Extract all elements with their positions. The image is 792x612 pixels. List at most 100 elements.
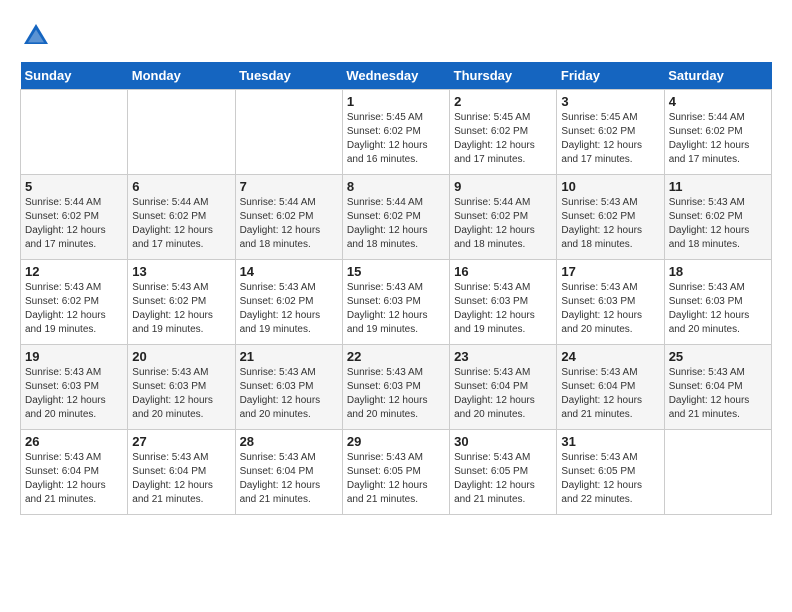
- day-number: 31: [561, 434, 659, 449]
- calendar-cell: [21, 90, 128, 175]
- day-info: Sunrise: 5:43 AM Sunset: 6:03 PM Dayligh…: [132, 366, 230, 422]
- day-info: Sunrise: 5:43 AM Sunset: 6:04 PM Dayligh…: [240, 451, 338, 507]
- day-info: Sunrise: 5:43 AM Sunset: 6:03 PM Dayligh…: [347, 366, 445, 422]
- day-number: 19: [25, 349, 123, 364]
- day-info: Sunrise: 5:43 AM Sunset: 6:04 PM Dayligh…: [25, 451, 123, 507]
- calendar-cell: 27 Sunrise: 5:43 AM Sunset: 6:04 PM Dayli…: [128, 430, 235, 515]
- day-number: 18: [669, 264, 767, 279]
- day-number: 28: [240, 434, 338, 449]
- calendar-cell: 13 Sunrise: 5:43 AM Sunset: 6:02 PM Dayli…: [128, 260, 235, 345]
- day-number: 25: [669, 349, 767, 364]
- day-info: Sunrise: 5:43 AM Sunset: 6:05 PM Dayligh…: [347, 451, 445, 507]
- day-number: 17: [561, 264, 659, 279]
- day-info: Sunrise: 5:45 AM Sunset: 6:02 PM Dayligh…: [454, 111, 552, 167]
- calendar-cell: 24Sunrise: 5:43 AM Sunset: 6:04 PM Dayli…: [557, 345, 664, 430]
- day-info: Sunrise: 5:43 AM Sunset: 6:04 PM Dayligh…: [454, 366, 552, 422]
- day-number: 14: [240, 264, 338, 279]
- day-number: 20: [132, 349, 230, 364]
- day-number: 24: [561, 349, 659, 364]
- day-number: 13: [132, 264, 230, 279]
- day-info: Sunrise: 5:45 AM Sunset: 6:02 PM Dayligh…: [347, 111, 445, 167]
- calendar-cell: 28 Sunrise: 5:43 AM Sunset: 6:04 PM Dayli…: [235, 430, 342, 515]
- calendar-week-3: 12 Sunrise: 5:43 AM Sunset: 6:02 PM Dayli…: [21, 260, 772, 345]
- day-info: Sunrise: 5:43 AM Sunset: 6:02 PM Dayligh…: [669, 196, 767, 252]
- calendar-cell: 7Sunrise: 5:44 AM Sunset: 6:02 PM Daylig…: [235, 175, 342, 260]
- day-info: Sunrise: 5:44 AM Sunset: 6:02 PM Dayligh…: [240, 196, 338, 252]
- day-info: Sunrise: 5:43 AM Sunset: 6:02 PM Dayligh…: [25, 281, 123, 337]
- day-info: Sunrise: 5:43 AM Sunset: 6:03 PM Dayligh…: [347, 281, 445, 337]
- calendar-cell: 31 Sunrise: 5:43 AM Sunset: 6:05 PM Dayli…: [557, 430, 664, 515]
- calendar-cell: 29 Sunrise: 5:43 AM Sunset: 6:05 PM Dayli…: [342, 430, 449, 515]
- calendar-cell: 8 Sunrise: 5:44 AM Sunset: 6:02 PM Daylig…: [342, 175, 449, 260]
- calendar-cell: 3Sunrise: 5:45 AM Sunset: 6:02 PM Daylig…: [557, 90, 664, 175]
- day-number: 1: [347, 94, 445, 109]
- calendar-week-5: 26Sunrise: 5:43 AM Sunset: 6:04 PM Dayli…: [21, 430, 772, 515]
- day-info: Sunrise: 5:44 AM Sunset: 6:02 PM Dayligh…: [454, 196, 552, 252]
- calendar-week-2: 5Sunrise: 5:44 AM Sunset: 6:02 PM Daylig…: [21, 175, 772, 260]
- calendar-cell: 23 Sunrise: 5:43 AM Sunset: 6:04 PM Dayli…: [450, 345, 557, 430]
- day-info: Sunrise: 5:43 AM Sunset: 6:05 PM Dayligh…: [561, 451, 659, 507]
- calendar-cell: 17 Sunrise: 5:43 AM Sunset: 6:03 PM Dayli…: [557, 260, 664, 345]
- calendar-cell: 22Sunrise: 5:43 AM Sunset: 6:03 PM Dayli…: [342, 345, 449, 430]
- logo-icon: [20, 20, 52, 52]
- day-number: 3: [561, 94, 659, 109]
- day-number: 27: [132, 434, 230, 449]
- calendar-cell: 25 Sunrise: 5:43 AM Sunset: 6:04 PM Dayli…: [664, 345, 771, 430]
- calendar-cell: 9 Sunrise: 5:44 AM Sunset: 6:02 PM Daylig…: [450, 175, 557, 260]
- weekday-header-sunday: Sunday: [21, 62, 128, 90]
- day-info: Sunrise: 5:43 AM Sunset: 6:04 PM Dayligh…: [669, 366, 767, 422]
- day-info: Sunrise: 5:43 AM Sunset: 6:03 PM Dayligh…: [669, 281, 767, 337]
- calendar-cell: 30 Sunrise: 5:43 AM Sunset: 6:05 PM Dayli…: [450, 430, 557, 515]
- day-number: 15: [347, 264, 445, 279]
- day-number: 8: [347, 179, 445, 194]
- calendar-cell: [235, 90, 342, 175]
- calendar-cell: 6 Sunrise: 5:44 AM Sunset: 6:02 PM Daylig…: [128, 175, 235, 260]
- day-info: Sunrise: 5:44 AM Sunset: 6:02 PM Dayligh…: [347, 196, 445, 252]
- calendar-week-1: 1 Sunrise: 5:45 AM Sunset: 6:02 PM Daylig…: [21, 90, 772, 175]
- day-number: 6: [132, 179, 230, 194]
- day-info: Sunrise: 5:43 AM Sunset: 6:03 PM Dayligh…: [25, 366, 123, 422]
- day-number: 30: [454, 434, 552, 449]
- calendar-cell: 12 Sunrise: 5:43 AM Sunset: 6:02 PM Dayli…: [21, 260, 128, 345]
- day-number: 12: [25, 264, 123, 279]
- day-info: Sunrise: 5:43 AM Sunset: 6:02 PM Dayligh…: [561, 196, 659, 252]
- calendar-cell: 1 Sunrise: 5:45 AM Sunset: 6:02 PM Daylig…: [342, 90, 449, 175]
- calendar-cell: [664, 430, 771, 515]
- calendar-table: SundayMondayTuesdayWednesdayThursdayFrid…: [20, 62, 772, 515]
- calendar-cell: 11 Sunrise: 5:43 AM Sunset: 6:02 PM Dayli…: [664, 175, 771, 260]
- weekday-header-tuesday: Tuesday: [235, 62, 342, 90]
- calendar-cell: 16 Sunrise: 5:43 AM Sunset: 6:03 PM Dayli…: [450, 260, 557, 345]
- calendar-header-row: SundayMondayTuesdayWednesdayThursdayFrid…: [21, 62, 772, 90]
- day-info: Sunrise: 5:43 AM Sunset: 6:04 PM Dayligh…: [132, 451, 230, 507]
- day-info: Sunrise: 5:43 AM Sunset: 6:05 PM Dayligh…: [454, 451, 552, 507]
- calendar-week-4: 19 Sunrise: 5:43 AM Sunset: 6:03 PM Dayli…: [21, 345, 772, 430]
- calendar-cell: 20 Sunrise: 5:43 AM Sunset: 6:03 PM Dayli…: [128, 345, 235, 430]
- day-number: 10: [561, 179, 659, 194]
- day-info: Sunrise: 5:43 AM Sunset: 6:03 PM Dayligh…: [561, 281, 659, 337]
- day-number: 21: [240, 349, 338, 364]
- logo: [20, 20, 56, 52]
- calendar-cell: 5Sunrise: 5:44 AM Sunset: 6:02 PM Daylig…: [21, 175, 128, 260]
- day-number: 16: [454, 264, 552, 279]
- day-number: 4: [669, 94, 767, 109]
- day-number: 9: [454, 179, 552, 194]
- day-info: Sunrise: 5:43 AM Sunset: 6:02 PM Dayligh…: [132, 281, 230, 337]
- day-info: Sunrise: 5:44 AM Sunset: 6:02 PM Dayligh…: [132, 196, 230, 252]
- day-number: 2: [454, 94, 552, 109]
- day-number: 29: [347, 434, 445, 449]
- calendar-cell: 10 Sunrise: 5:43 AM Sunset: 6:02 PM Dayli…: [557, 175, 664, 260]
- day-info: Sunrise: 5:43 AM Sunset: 6:03 PM Dayligh…: [454, 281, 552, 337]
- weekday-header-monday: Monday: [128, 62, 235, 90]
- day-info: Sunrise: 5:43 AM Sunset: 6:02 PM Dayligh…: [240, 281, 338, 337]
- calendar-cell: 18 Sunrise: 5:43 AM Sunset: 6:03 PM Dayli…: [664, 260, 771, 345]
- weekday-header-friday: Friday: [557, 62, 664, 90]
- calendar-cell: 14 Sunrise: 5:43 AM Sunset: 6:02 PM Dayli…: [235, 260, 342, 345]
- weekday-header-saturday: Saturday: [664, 62, 771, 90]
- page-header: [20, 20, 772, 52]
- day-number: 11: [669, 179, 767, 194]
- calendar-cell: 4 Sunrise: 5:44 AM Sunset: 6:02 PM Daylig…: [664, 90, 771, 175]
- day-info: Sunrise: 5:44 AM Sunset: 6:02 PM Dayligh…: [669, 111, 767, 167]
- weekday-header-thursday: Thursday: [450, 62, 557, 90]
- day-number: 23: [454, 349, 552, 364]
- calendar-cell: 15 Sunrise: 5:43 AM Sunset: 6:03 PM Dayli…: [342, 260, 449, 345]
